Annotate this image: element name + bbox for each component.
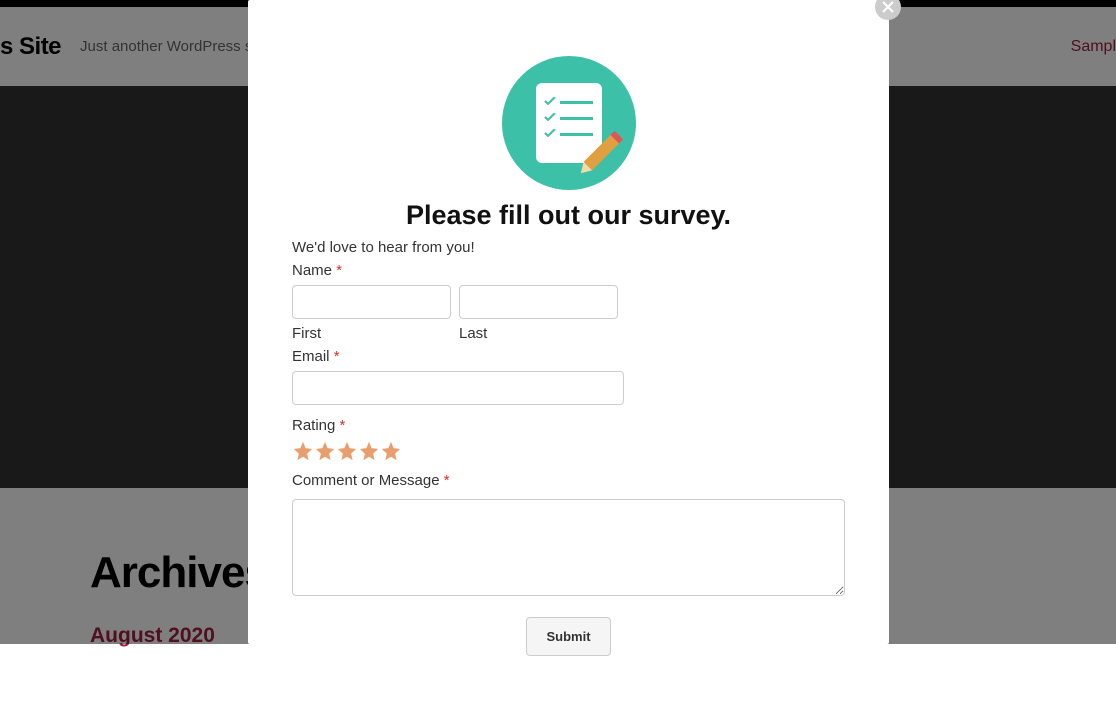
- first-name-sublabel: First: [292, 325, 451, 342]
- comment-label: Comment or Message *: [292, 472, 845, 489]
- rating-stars: [292, 440, 845, 462]
- comment-textarea[interactable]: [292, 499, 845, 596]
- last-name-input[interactable]: [459, 285, 618, 319]
- last-name-sublabel: Last: [459, 325, 618, 342]
- email-input[interactable]: [292, 371, 624, 405]
- close-icon: [882, 1, 894, 13]
- modal-title: Please fill out our survey.: [292, 200, 845, 231]
- survey-modal: Please fill out our survey. We'd love to…: [248, 0, 889, 644]
- name-label: Name *: [292, 262, 845, 279]
- submit-button[interactable]: Submit: [526, 617, 610, 656]
- star-3[interactable]: [336, 440, 358, 462]
- modal-subtitle: We'd love to hear from you!: [292, 239, 845, 256]
- first-name-input[interactable]: [292, 285, 451, 319]
- star-4[interactable]: [358, 440, 380, 462]
- email-label: Email *: [292, 348, 845, 365]
- survey-clipboard-icon: [502, 56, 636, 190]
- star-1[interactable]: [292, 440, 314, 462]
- rating-label: Rating *: [292, 417, 845, 434]
- star-2[interactable]: [314, 440, 336, 462]
- star-5[interactable]: [380, 440, 402, 462]
